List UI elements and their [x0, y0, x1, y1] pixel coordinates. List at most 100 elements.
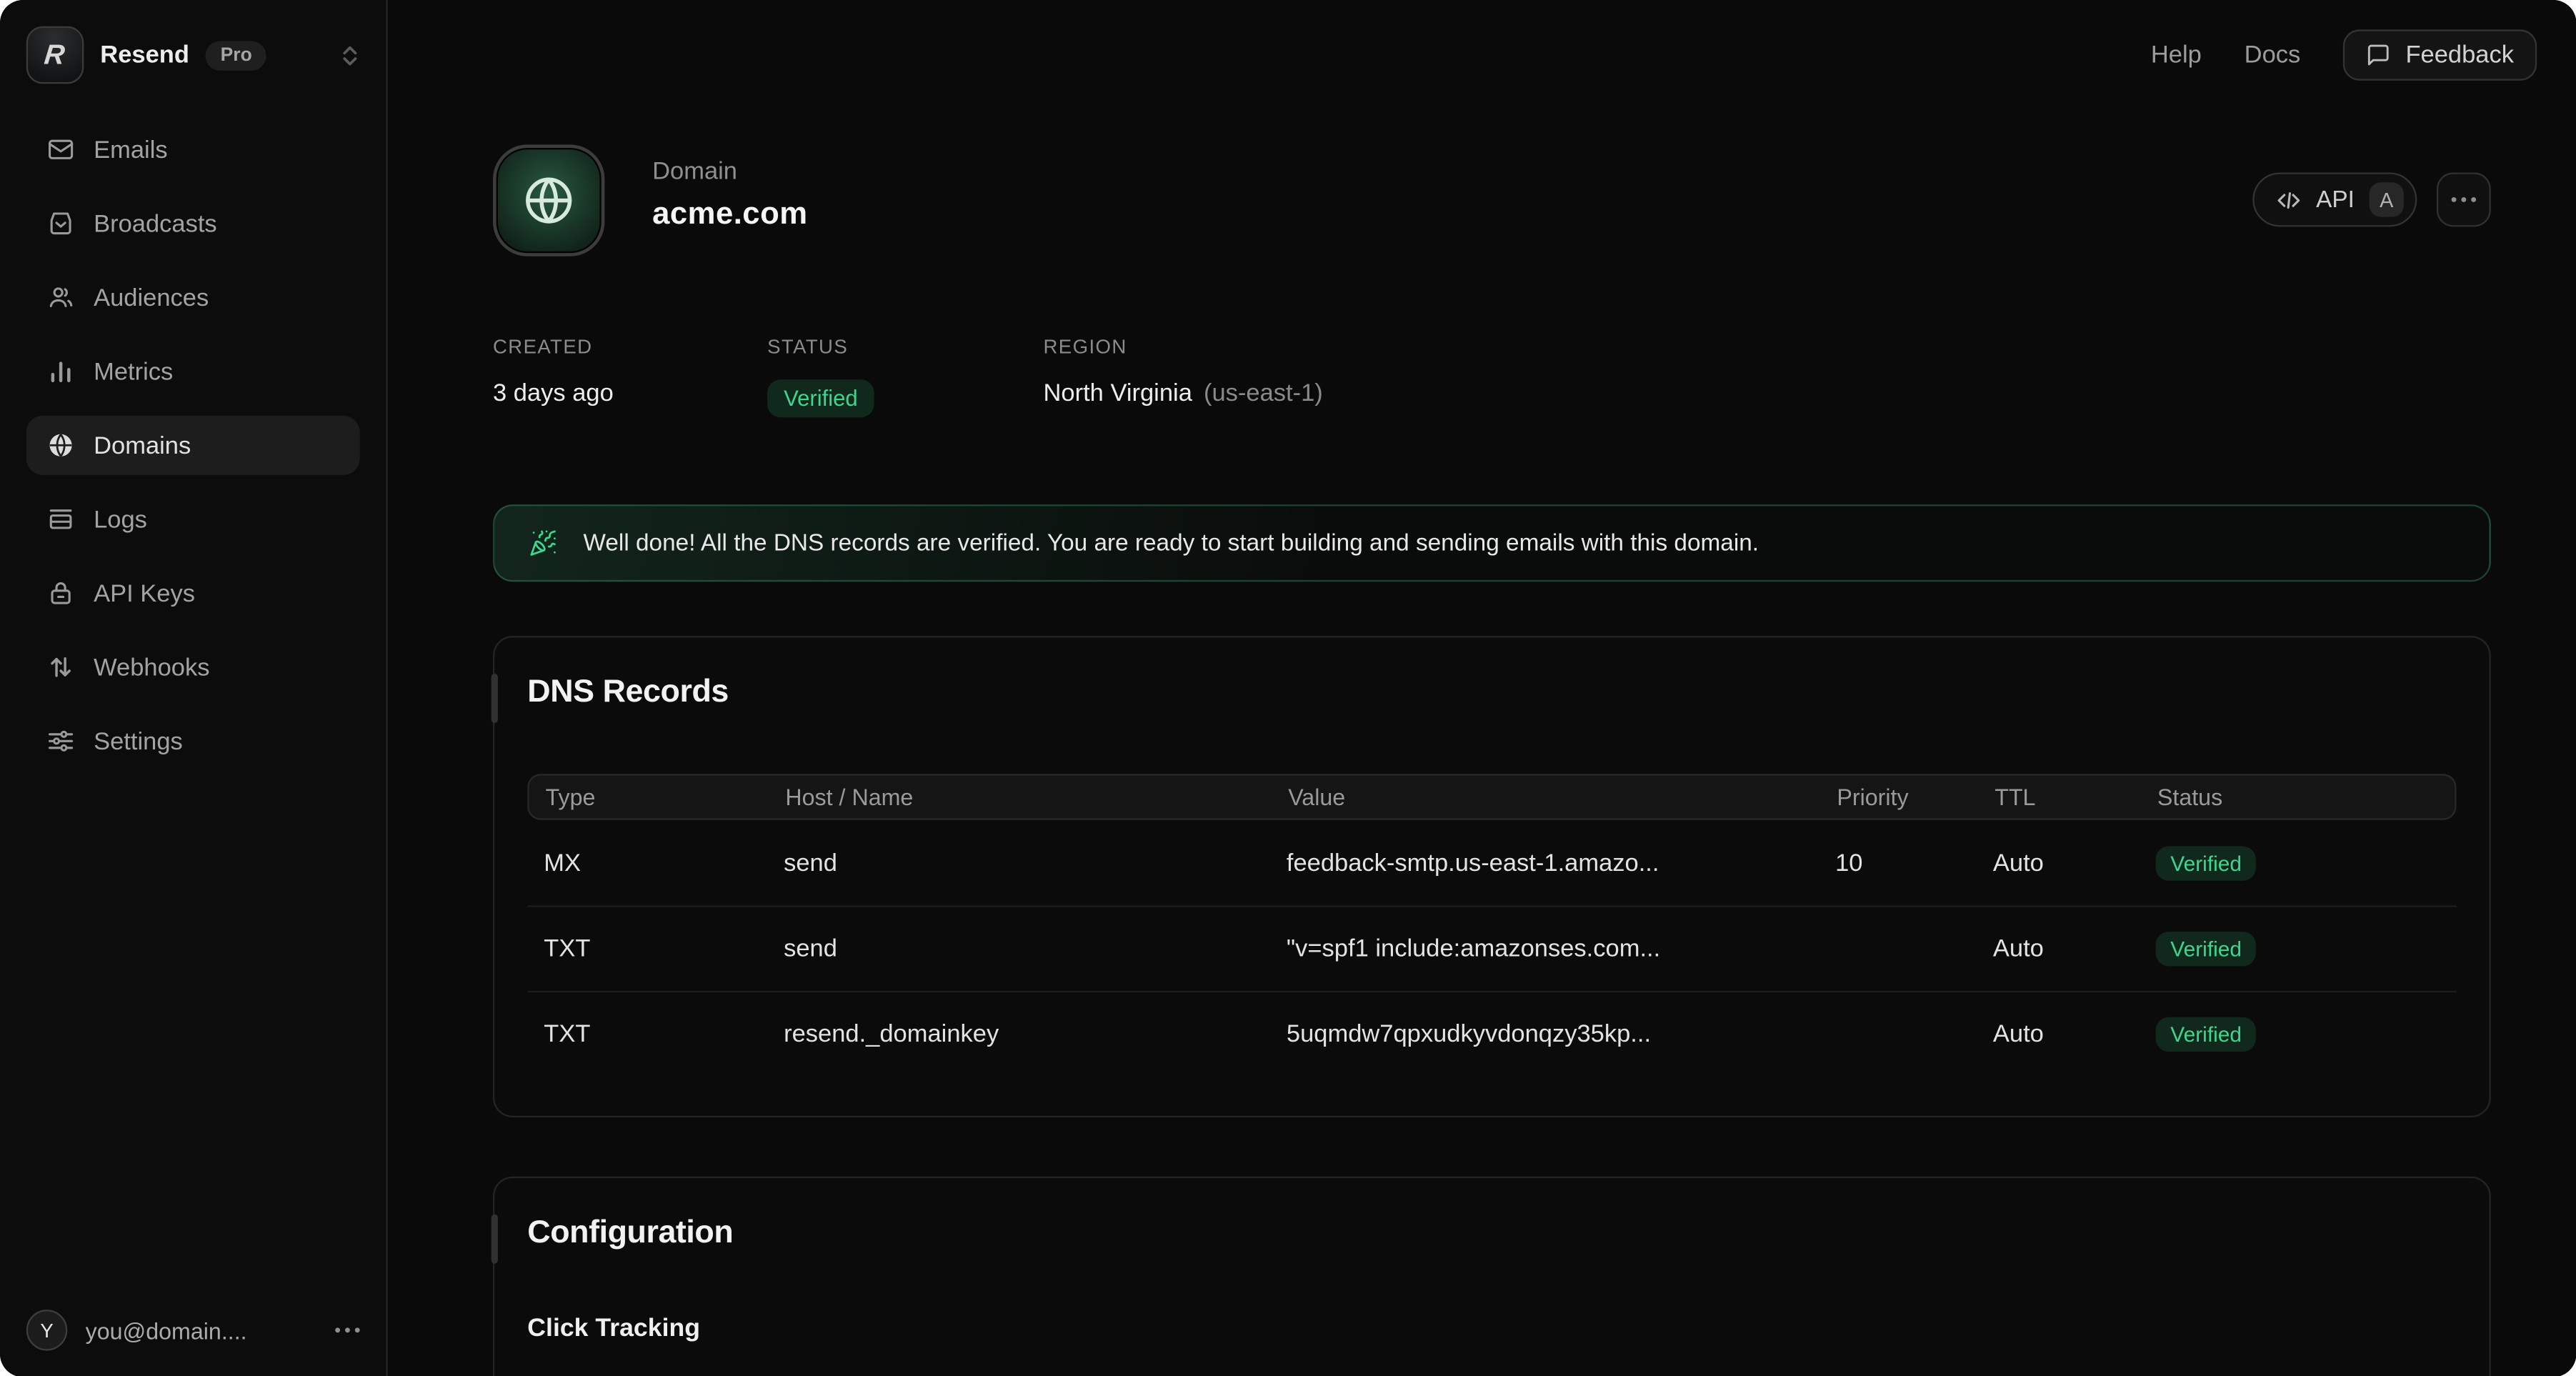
sidebar: R Resend Pro Emails Broadcasts Audiences	[0, 0, 388, 1376]
col-type: Type	[546, 784, 786, 810]
table-row[interactable]: TXT send "v=spf1 include:amazonses.com..…	[527, 905, 2456, 991]
cell-value: "v=spf1 include:amazonses.com...	[1287, 935, 1835, 963]
sidebar-item-label: Settings	[94, 727, 183, 755]
created-label: CREATED	[493, 335, 767, 358]
topbar: Help Docs Feedback	[2151, 29, 2537, 80]
sidebar-item-domains[interactable]: Domains	[26, 416, 360, 475]
sidebar-item-logs[interactable]: Logs	[26, 489, 360, 549]
domain-page: Domain acme.com API A CREATE	[388, 0, 2576, 1376]
resend-logo: R	[26, 26, 84, 84]
main-area: Help Docs Feedback Domain acme.com	[388, 0, 2576, 1376]
cell-type: TXT	[544, 935, 784, 963]
message-square-icon	[2366, 43, 2391, 67]
meta-created: CREATED 3 days ago	[493, 335, 767, 417]
sidebar-item-audiences[interactable]: Audiences	[26, 268, 360, 327]
cell-value: feedback-smtp.us-east-1.amazo...	[1287, 849, 1835, 877]
resend-logo-glyph: R	[44, 39, 67, 71]
sidebar-item-label: Webhooks	[94, 653, 209, 681]
party-popper-icon	[529, 529, 557, 557]
dns-records-title: DNS Records	[527, 674, 2456, 712]
api-button[interactable]: API A	[2252, 173, 2417, 227]
code-icon	[2275, 186, 2302, 213]
avatar: Y	[26, 1310, 67, 1351]
col-priority: Priority	[1837, 784, 1995, 810]
click-tracking-label: Click Tracking	[527, 1315, 2456, 1344]
ellipsis-icon[interactable]	[335, 1327, 360, 1332]
cell-type: MX	[544, 849, 784, 877]
status-label: STATUS	[767, 335, 1043, 358]
sidebar-item-settings[interactable]: Settings	[26, 712, 360, 771]
lock-icon	[46, 579, 75, 608]
sidebar-item-label: Broadcasts	[94, 209, 217, 237]
workspace-name: Resend	[100, 41, 189, 69]
entity-label: Domain	[652, 158, 807, 186]
cell-host: send	[784, 935, 1287, 963]
col-value: Value	[1288, 784, 1837, 810]
configuration-title: Configuration	[527, 1215, 2456, 1252]
cell-host: resend._domainkey	[784, 1020, 1287, 1048]
status-badge: Verified	[2156, 845, 2257, 879]
ellipsis-icon	[2452, 197, 2477, 202]
user-email: you@domain....	[86, 1317, 247, 1343]
cell-ttl: Auto	[1993, 935, 2156, 963]
region-code: (us-east-1)	[1204, 379, 1323, 407]
sidebar-item-emails[interactable]: Emails	[26, 120, 360, 179]
sliders-icon	[46, 727, 75, 756]
col-status: Status	[2157, 784, 2438, 810]
bar-chart-icon	[46, 357, 75, 386]
sidebar-item-label: Audiences	[94, 284, 209, 311]
configuration-card: Configuration Click Tracking	[493, 1177, 2491, 1376]
sidebar-item-label: API Keys	[94, 579, 195, 607]
cell-ttl: Auto	[1993, 1020, 2156, 1048]
table-row[interactable]: MX send feedback-smtp.us-east-1.amazo...…	[527, 820, 2456, 906]
cell-type: TXT	[544, 1020, 784, 1048]
status-badge: Verified	[2156, 932, 2257, 966]
page-title: acme.com	[652, 197, 807, 234]
status-badge: Verified	[767, 379, 874, 417]
sidebar-item-metrics[interactable]: Metrics	[26, 341, 360, 401]
cell-host: send	[784, 849, 1287, 877]
api-button-label: API	[2316, 186, 2355, 213]
sidebar-nav: Emails Broadcasts Audiences Metrics Doma…	[0, 104, 386, 1290]
region-label: REGION	[1044, 335, 1323, 358]
table-row[interactable]: TXT resend._domainkey 5uqmdw7qpxudkyvdon…	[527, 991, 2456, 1077]
avatar-initial: Y	[40, 1319, 53, 1342]
arrows-up-down-icon	[46, 652, 75, 682]
section-notch	[491, 1215, 498, 1264]
dns-table-header: Type Host / Name Value Priority TTL Stat…	[527, 774, 2456, 819]
docs-link[interactable]: Docs	[2245, 41, 2301, 69]
chevron-up-down-icon[interactable]	[337, 42, 364, 69]
mail-icon	[46, 135, 75, 164]
sidebar-item-api-keys[interactable]: API Keys	[26, 564, 360, 623]
cell-ttl: Auto	[1993, 849, 2156, 877]
help-link[interactable]: Help	[2151, 41, 2202, 69]
sidebar-item-broadcasts[interactable]: Broadcasts	[26, 194, 360, 253]
verification-success-banner: Well done! All the DNS records are verif…	[493, 504, 2491, 582]
domain-meta: CREATED 3 days ago STATUS Verified REGIO…	[493, 335, 2491, 417]
users-icon	[46, 283, 75, 312]
sidebar-item-webhooks[interactable]: Webhooks	[26, 637, 360, 697]
meta-status: STATUS Verified	[767, 335, 1043, 417]
domain-header: Domain acme.com API A	[493, 144, 2491, 256]
header-actions: API A	[2252, 173, 2490, 227]
inbox-icon	[46, 209, 75, 238]
feedback-label: Feedback	[2405, 41, 2514, 69]
col-host: Host / Name	[785, 784, 1288, 810]
domain-globe-icon	[493, 144, 604, 256]
more-options-button[interactable]	[2437, 173, 2491, 227]
feedback-button[interactable]: Feedback	[2343, 29, 2537, 80]
section-notch	[491, 674, 498, 723]
region-value: North Virginia	[1044, 379, 1192, 407]
user-menu[interactable]: Y you@domain....	[0, 1290, 386, 1376]
viewport-scaler: R Resend Pro Emails Broadcasts Audiences	[0, 0, 2576, 1376]
created-value: 3 days ago	[493, 379, 767, 407]
workspace-switcher[interactable]: R Resend Pro	[0, 0, 386, 104]
rows-icon	[46, 504, 75, 534]
sidebar-item-label: Logs	[94, 505, 147, 533]
keyboard-shortcut-badge: A	[2370, 182, 2404, 216]
cell-priority: 10	[1835, 849, 1993, 877]
status-badge: Verified	[2156, 1017, 2257, 1052]
banner-text: Well done! All the DNS records are verif…	[584, 530, 1759, 557]
sidebar-item-label: Emails	[94, 136, 168, 164]
cell-value: 5uqmdw7qpxudkyvdonqzy35kp...	[1287, 1020, 1835, 1048]
